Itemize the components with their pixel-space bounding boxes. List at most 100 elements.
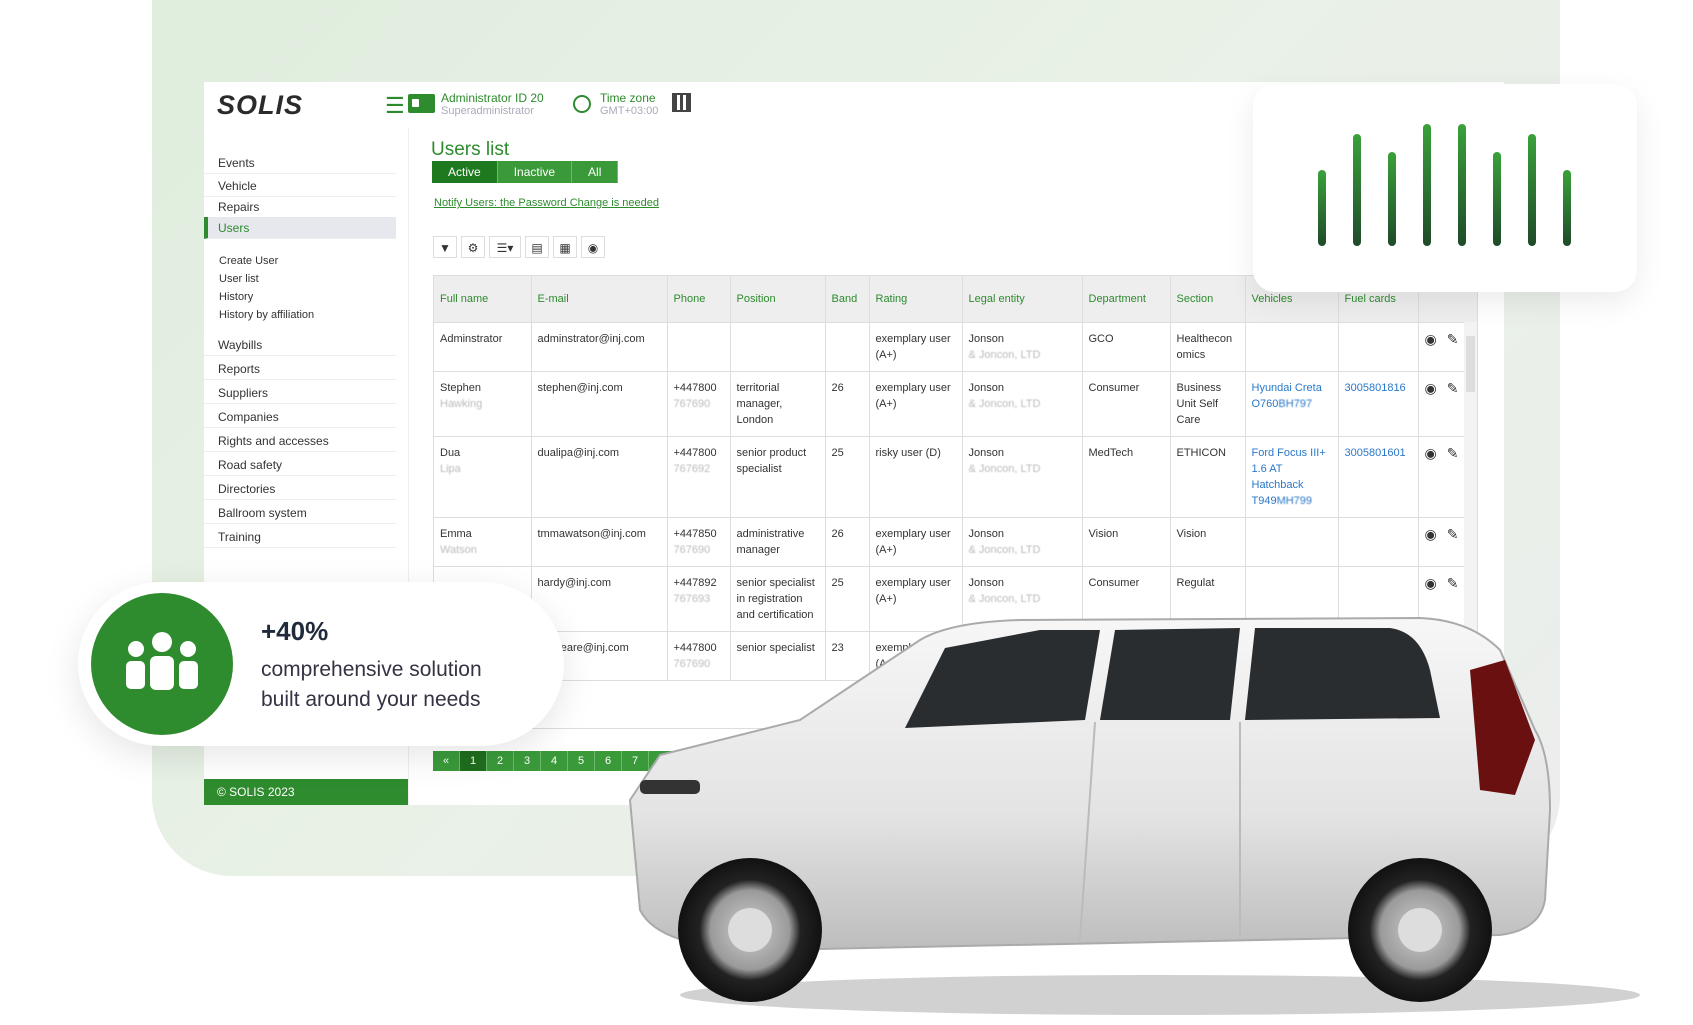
col-department[interactable]: Department	[1082, 276, 1171, 323]
sidebar-item-directories[interactable]: Directories	[204, 478, 396, 500]
col-email[interactable]: E-mail	[531, 276, 668, 323]
fuel-card-link[interactable]: 3005801601	[1345, 447, 1406, 459]
page-2[interactable]: 2	[487, 751, 514, 771]
chart-bar	[1493, 152, 1501, 246]
view-icon[interactable]: ◉	[1425, 526, 1437, 542]
col-legal-entity[interactable]: Legal entity	[962, 276, 1083, 323]
page-1[interactable]: 1	[460, 751, 487, 771]
vehicle-plate[interactable]: BH797	[1278, 398, 1312, 410]
cell-vehicles[interactable]	[1245, 322, 1339, 372]
col-position[interactable]: Position	[730, 276, 826, 323]
timezone-label[interactable]: Time zone	[600, 91, 656, 105]
edit-icon[interactable]: ✎	[1447, 445, 1459, 461]
cell-band	[825, 322, 870, 372]
page-5[interactable]: 5	[568, 751, 595, 771]
sidebar-item-repairs[interactable]: Repairs	[204, 196, 396, 218]
stat-description-line2: built around your needs	[261, 688, 481, 711]
cell-section: Healthecon omics	[1170, 322, 1246, 372]
settings-icon[interactable]: ⚙	[461, 236, 485, 258]
tab-all[interactable]: All	[572, 161, 619, 183]
sidebar-sub-user-list[interactable]: User list	[219, 273, 259, 285]
edit-icon[interactable]: ✎	[1447, 526, 1459, 542]
export-excel-icon[interactable]: ▦	[553, 236, 577, 258]
chart-bar	[1563, 170, 1571, 246]
table-row[interactable]: Dua Lipa dualipa@inj.com +447800 767692 senio…	[434, 436, 1477, 518]
sidebar-item-reports[interactable]: Reports	[204, 358, 396, 380]
table-row[interactable]: Adminstrator adminstrator@inj.com exemplar…	[434, 322, 1477, 372]
stat-value: +40%	[261, 616, 329, 646]
sidebar-item-vehicle[interactable]: Vehicle	[204, 175, 396, 197]
footer: © SOLIS 2023	[204, 779, 408, 805]
chart-bar	[1458, 124, 1466, 246]
col-rating[interactable]: Rating	[869, 276, 963, 323]
col-section[interactable]: Section	[1170, 276, 1246, 323]
scrollbar-thumb[interactable]	[1466, 336, 1475, 392]
tab-active[interactable]: Active	[432, 161, 498, 183]
cell-fuel-card[interactable]: 3005801816	[1338, 371, 1419, 437]
sidebar-item-training[interactable]: Training	[204, 526, 396, 548]
sidebar-item-ballroom[interactable]: Ballroom system	[204, 502, 396, 524]
col-band[interactable]: Band	[825, 276, 870, 323]
cell-fuel-card[interactable]	[1338, 322, 1419, 372]
sidebar-sub-create-user[interactable]: Create User	[219, 255, 278, 267]
edit-icon[interactable]: ✎	[1447, 331, 1459, 347]
first-name: Stephen	[440, 382, 481, 394]
menu-icon[interactable]: ☰	[385, 93, 405, 119]
page-3[interactable]: 3	[514, 751, 541, 771]
legal-name: Jonson	[968, 528, 1004, 540]
legal-suffix: & Joncon, LTD	[968, 544, 1041, 556]
view-icon[interactable]: ◉	[1425, 380, 1437, 396]
cell-fuel-card[interactable]: 3005801601	[1338, 436, 1419, 518]
sidebar-item-rights[interactable]: Rights and accesses	[204, 430, 396, 452]
view-icon[interactable]: ◉	[1425, 575, 1437, 591]
tab-inactive[interactable]: Inactive	[497, 161, 573, 183]
edit-icon[interactable]: ✎	[1447, 575, 1459, 591]
sidebar-item-suppliers[interactable]: Suppliers	[204, 382, 396, 404]
table-row[interactable]: Stephen Hawking stephen@inj.com +447800 7676…	[434, 371, 1477, 437]
sidebar-item-waybills[interactable]: Waybills	[204, 334, 396, 356]
sidebar-item-road-safety[interactable]: Road safety	[204, 454, 396, 476]
cell-phone	[667, 322, 731, 372]
view-icon[interactable]: ◉	[1425, 331, 1437, 347]
qr-code-icon[interactable]	[672, 93, 691, 112]
legal-name: Jonson	[968, 333, 1004, 345]
chart-bar	[1388, 152, 1396, 246]
activity-chart-card	[1253, 84, 1637, 292]
cell-vehicles[interactable]: Hyundai Creta O760BH797	[1245, 371, 1339, 437]
cell-email: dualipa@inj.com	[531, 436, 668, 518]
edit-icon[interactable]: ✎	[1447, 380, 1459, 396]
cell-section: ETHICON	[1170, 436, 1246, 518]
chart-bar	[1318, 170, 1326, 246]
cell-vehicles[interactable]: Ford Focus III+ 1.6 AT Hatchback T949MH7…	[1245, 436, 1339, 518]
cell-vehicles[interactable]	[1245, 517, 1339, 567]
cell-fuel-card[interactable]	[1338, 517, 1419, 567]
cell-section: Vision	[1170, 517, 1246, 567]
col-phone[interactable]: Phone	[667, 276, 731, 323]
cell-rating: exemplary user (A+)	[869, 322, 963, 372]
fuel-card-link[interactable]: 3005801816	[1345, 382, 1406, 394]
cell-position: senior product specialist	[730, 436, 826, 518]
filter-icon[interactable]: ▼	[433, 236, 457, 258]
export-pdf-icon[interactable]: ▤	[525, 236, 549, 258]
sidebar-sub-history[interactable]: History	[219, 291, 253, 303]
view-icon[interactable]: ◉	[1425, 445, 1437, 461]
cell-email: tmmawatson@inj.com	[531, 517, 668, 567]
col-full-name[interactable]: Full name	[434, 276, 532, 323]
table-row[interactable]: Emma Watson tmmawatson@inj.com +447850 76769…	[434, 517, 1477, 567]
list-view-icon[interactable]: ☰▾	[489, 236, 521, 258]
page-prev[interactable]: «	[433, 751, 460, 771]
view-icon[interactable]: ◉	[581, 236, 605, 258]
cell-position: administrative manager	[730, 517, 826, 567]
notify-password-link[interactable]: Notify Users: the Password Change is nee…	[434, 197, 659, 209]
vehicle-plate[interactable]: MH799	[1277, 495, 1312, 507]
cell-email: stephen@inj.com	[531, 371, 668, 437]
status-tabs: Active Inactive All	[432, 161, 619, 183]
cell-position: territorial manager, London	[730, 371, 826, 437]
sidebar-item-companies[interactable]: Companies	[204, 406, 396, 428]
sidebar-item-users[interactable]: Users	[204, 217, 396, 239]
page-4[interactable]: 4	[541, 751, 568, 771]
admin-name[interactable]: Administrator ID 20	[441, 91, 544, 105]
sidebar-sub-history-affiliation[interactable]: History by affiliation	[219, 309, 314, 321]
stat-description-line1: comprehensive solution	[261, 658, 482, 681]
sidebar-item-events[interactable]: Events	[204, 152, 396, 174]
